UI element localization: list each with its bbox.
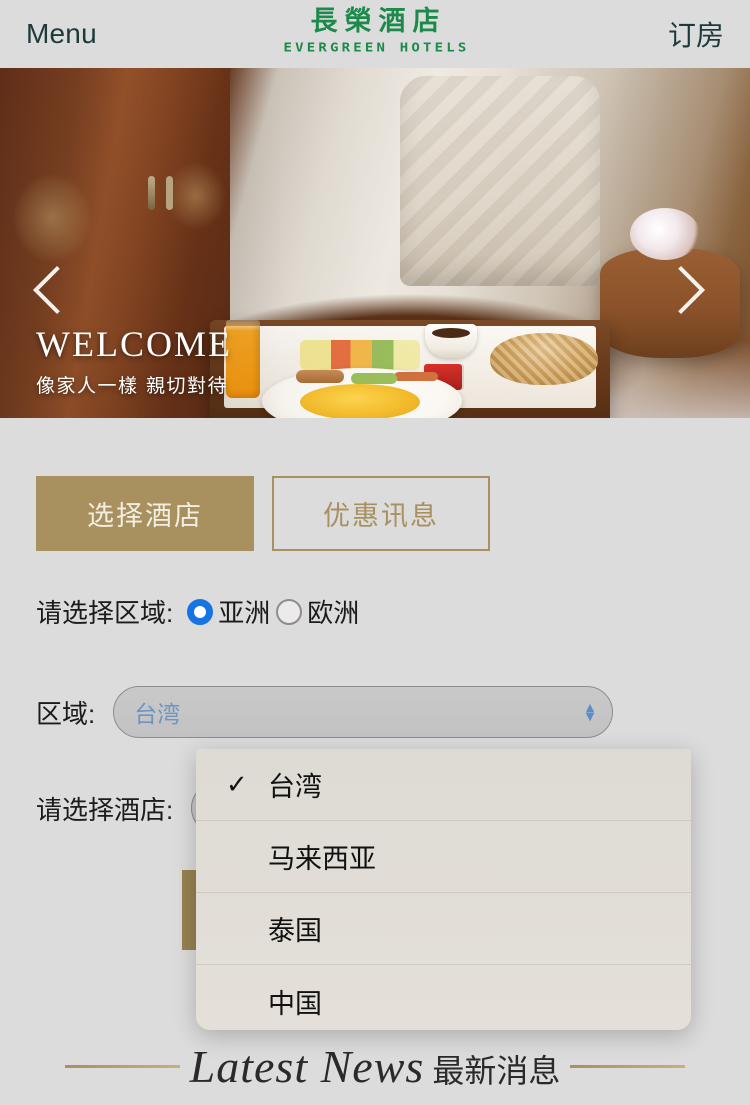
site-logo[interactable]: 長榮酒店 EVERGREEN HOTELS [280, 8, 469, 55]
region-radio-label: 请选择区域: [36, 598, 174, 628]
radio-option-asia[interactable]: 亚洲 [187, 593, 270, 630]
menu-button[interactable]: Menu [26, 18, 97, 50]
stepper-chevron-icon[interactable]: ▴ ▾ [585, 698, 595, 726]
region-select-value: 台湾 [134, 701, 181, 727]
dropdown-option-thailand[interactable]: 泰国 [196, 893, 691, 965]
region-select-row: 区域: 台湾 ▴ ▾ [36, 686, 614, 738]
dropdown-option-label: 台湾 [268, 772, 322, 802]
region-select-label: 区域: [36, 698, 96, 729]
radio-label-europe: 欧洲 [307, 598, 360, 628]
hero-title: WELCOME [36, 324, 232, 364]
news-rule-right [570, 1065, 686, 1068]
booking-tabs: 选择酒店 优惠讯息 [36, 476, 490, 551]
chevron-right-icon[interactable] [656, 265, 710, 319]
dropdown-option-label: 中国 [268, 988, 322, 1019]
latest-news-heading: Latest News 最新消息 [0, 1028, 750, 1105]
hero-subtitle: 像家人一樣 親切對待 [36, 375, 229, 397]
news-rule-left [64, 1065, 180, 1068]
site-header: Menu 長榮酒店 EVERGREEN HOTELS 订房 [0, 0, 750, 68]
hotel-select-label: 请选择酒店: [36, 794, 174, 825]
news-title-chinese: 最新消息 [432, 1052, 561, 1090]
dropdown-option-malaysia[interactable]: 马来西亚 [196, 821, 691, 893]
dropdown-option-label: 马来西亚 [268, 844, 376, 874]
region-radio-group: 亚洲 欧洲 [187, 593, 359, 630]
dropdown-option-taiwan[interactable]: ✓ 台湾 [196, 749, 691, 821]
region-dropdown-menu[interactable]: ✓ 台湾 马来西亚 泰国 中国 [196, 749, 691, 1030]
chevron-down-glyph: ▾ [585, 707, 595, 726]
tab-promotions[interactable]: 优惠讯息 [272, 476, 490, 551]
logo-chinese-text: 長榮酒店 [310, 6, 447, 37]
tab-select-hotel[interactable]: 选择酒店 [36, 476, 254, 551]
hero-carousel[interactable]: WELCOME 像家人一樣 親切對待 [0, 68, 750, 418]
check-icon: ✓ [226, 769, 248, 799]
page-root: Menu 長榮酒店 EVERGREEN HOTELS 订房 WELCOME 像家… [0, 0, 750, 1105]
dropdown-option-label: 泰国 [268, 916, 322, 946]
news-title-english: Latest News [189, 1041, 425, 1092]
radio-selected-icon[interactable] [187, 598, 214, 625]
radio-unselected-icon[interactable] [276, 598, 303, 625]
news-title-group: Latest News 最新消息 [190, 1040, 561, 1093]
chevron-left-icon[interactable] [32, 265, 86, 319]
region-select[interactable]: 台湾 ▴ ▾ [113, 686, 614, 738]
radio-label-asia: 亚洲 [218, 598, 271, 628]
dropdown-option-china[interactable]: 中国 [196, 965, 691, 1030]
hero-caption: WELCOME 像家人一樣 親切對待 [36, 323, 232, 398]
radio-option-europe[interactable]: 欧洲 [276, 593, 359, 630]
booking-button[interactable]: 订房 [668, 14, 724, 54]
logo-english-text: EVERGREEN HOTELS [283, 40, 470, 56]
region-radio-row: 请选择区域: 亚洲 欧洲 [36, 593, 359, 630]
